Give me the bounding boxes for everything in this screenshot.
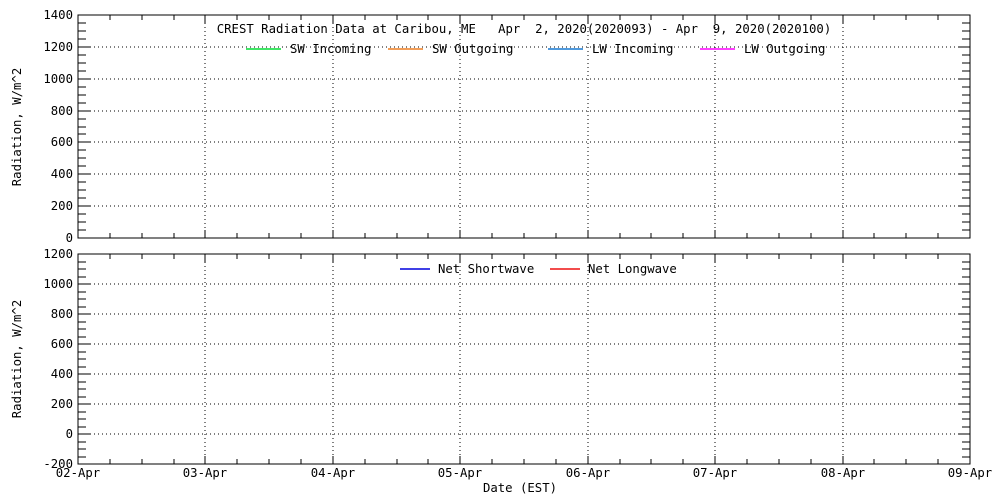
y-tick-label: 800 [51,307,73,321]
legend-label: SW Incoming [290,42,371,56]
plot-panel-2: -20002004006008001000120002-Apr03-Apr04-… [10,247,992,495]
legend-label: LW Outgoing [744,42,825,56]
x-tick-label: 03-Apr [183,466,227,480]
x-tick-label: 09-Apr [948,466,992,480]
legend-label: LW Incoming [592,42,673,56]
x-tick-label: 08-Apr [821,466,865,480]
dotted-gridlines [78,254,970,464]
y-tick-label: 0 [66,231,73,245]
axis-ticks [78,254,970,464]
x-axis-label: Date (EST) [483,481,557,495]
legend: Net Shortwave Net Longwave [400,262,677,276]
y-tick-label: 600 [51,337,73,351]
plot-panel-1: 0 200 400 600 800 1000 1200 1400 CREST Radiation… [10,8,970,245]
y-tick-label: 800 [51,104,73,118]
plot-border [78,254,970,464]
y-tick-label: 1000 [43,72,73,86]
legend-label: SW Outgoing [432,42,513,56]
x-tick-label: 04-Apr [311,466,355,480]
x-tick-label: 06-Apr [566,466,610,480]
chart-title: CREST Radiation Data at Caribou, ME Apr … [217,22,831,36]
y-tick-label: 0 [66,427,73,441]
x-tick-label: 07-Apr [693,466,737,480]
y-axis-label: Radiation, W/m^2 [10,300,24,418]
y-tick-label: 400 [51,167,73,181]
x-tick-label: 05-Apr [438,466,482,480]
y-axis-label: Radiation, W/m^2 [10,68,24,186]
y-tick-label: 200 [51,397,73,411]
plot-border [78,15,970,238]
legend-label: Net Longwave [588,262,677,276]
legend-label: Net Shortwave [438,262,534,276]
y-tick-label: 600 [51,135,73,149]
y-tick-label: 200 [51,199,73,213]
y-tick-label: 1400 [43,8,73,22]
axis-ticks [78,15,970,238]
dotted-gridlines [78,15,970,238]
y-tick-label: 1200 [43,247,73,261]
y-tick-label: 1200 [43,40,73,54]
y-tick-label: 1000 [43,277,73,291]
x-tick-label: 02-Apr [56,466,100,480]
radiation-plots: 0 200 400 600 800 1000 1200 1400 CREST Radiation… [0,0,1000,500]
y-tick-label: 400 [51,367,73,381]
radiation-chart-figure: 0 200 400 600 800 1000 1200 1400 CREST Radiation… [0,0,1000,500]
legend: SW Incoming SW Outgoing LW Incoming LW Outg… [246,42,825,56]
